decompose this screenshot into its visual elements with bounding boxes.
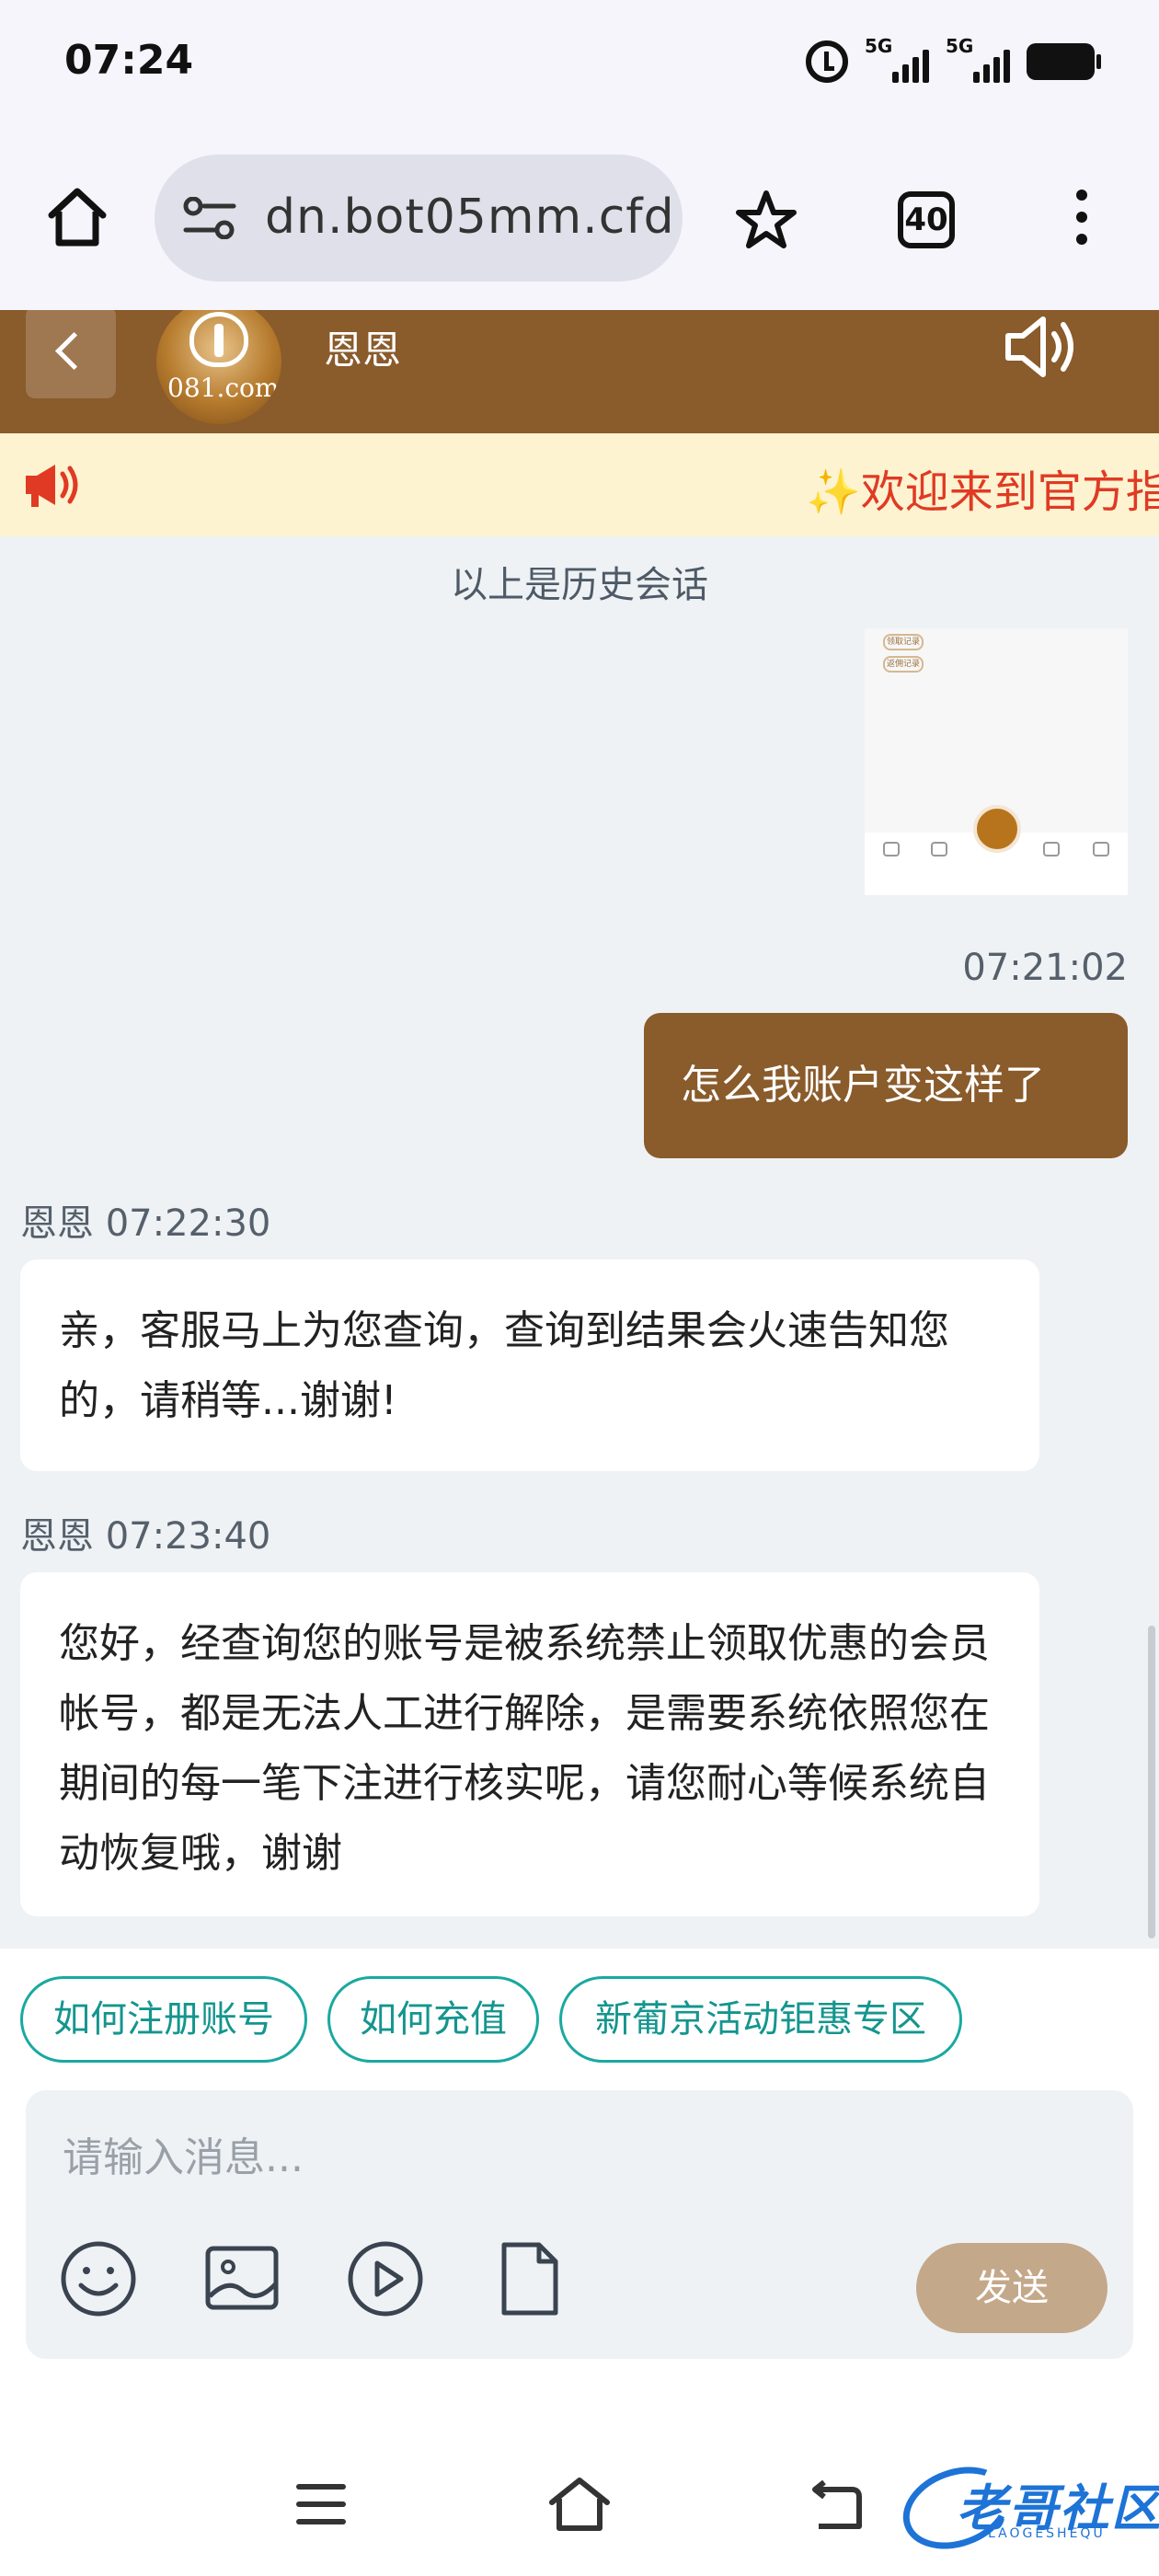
agent-message-meta: 恩恩 07:23:40 — [20, 1515, 271, 1558]
chat-messages[interactable]: 以上是历史会话 领取记录 返佣记录 07:21:02 怎么我账户变这样了 恩恩 … — [0, 536, 1159, 1949]
battery-icon — [1027, 43, 1101, 80]
page: 07:24 5G 5G dn.bot05mm.cfd 40 081.com 恩恩… — [0, 0, 1159, 2576]
file-upload-icon[interactable] — [488, 2237, 570, 2320]
agent-message-bubble: 您好，经查询您的账号是被系统禁止领取优惠的会员帐号，都是无法人工进行解除，是需要… — [20, 1572, 1039, 1916]
message-composer: 发送 — [26, 2090, 1133, 2359]
system-home-icon[interactable] — [546, 2475, 613, 2534]
browser-home-icon[interactable] — [44, 184, 110, 250]
agent-name: 恩恩 — [324, 328, 402, 373]
agent-avatar: 081.com — [156, 310, 281, 424]
quick-reply-bar: 如何注册账号 如何充值 新葡京活动钜惠专区 — [0, 1949, 1159, 2087]
message-input[interactable] — [63, 2116, 1074, 2199]
message-timestamp: 07:21:02 — [962, 947, 1128, 989]
network-type-label: 5G — [946, 35, 974, 57]
notice-bar: ✨欢迎来到官方指 — [0, 433, 1159, 536]
video-upload-icon[interactable] — [344, 2237, 427, 2320]
url-text[interactable]: dn.bot05mm.cfd — [265, 190, 675, 245]
signal-icon: 5G — [865, 35, 929, 83]
history-divider: 以上是历史会话 — [451, 564, 708, 606]
thumb-system-bar — [865, 877, 1128, 895]
address-bar[interactable]: dn.bot05mm.cfd — [155, 155, 683, 282]
system-nav-bar: 老哥社区 LAOGESHEQU — [0, 2436, 1159, 2576]
notice-text: ✨欢迎来到官方指 — [806, 466, 1159, 518]
status-time: 07:24 — [64, 37, 194, 84]
network-type-label: 5G — [865, 35, 893, 57]
quick-reply-register[interactable]: 如何注册账号 — [20, 1976, 307, 2063]
status-icons: 5G 5G — [806, 35, 1101, 83]
speaker-icon[interactable] — [1001, 310, 1082, 384]
quick-reply-promotions[interactable]: 新葡京活动钜惠专区 — [559, 1976, 962, 2063]
sent-image-thumbnail[interactable]: 领取记录 返佣记录 — [865, 628, 1128, 895]
thumb-label: 返佣记录 — [883, 656, 924, 673]
send-button[interactable]: 发送 — [916, 2243, 1107, 2333]
browser-menu-icon[interactable] — [1067, 190, 1096, 254]
avatar-logo-text: 081.com — [167, 373, 280, 403]
chat-header: 081.com 恩恩 — [0, 310, 1159, 433]
browser-chrome: 07:24 5G 5G dn.bot05mm.cfd 40 — [0, 0, 1159, 310]
quick-reply-deposit[interactable]: 如何充值 — [327, 1976, 539, 2063]
thumb-home-icon — [973, 805, 1021, 853]
user-message-bubble: 怎么我账户变这样了 — [644, 1013, 1128, 1158]
agent-message-bubble: 亲，客服马上为您查询，查询到结果会火速告知您的，请稍等...谢谢! — [20, 1259, 1039, 1471]
watermark-subtext: LAOGESHEQU — [988, 2526, 1106, 2541]
megaphone-icon — [26, 465, 78, 507]
alarm-icon — [806, 40, 848, 83]
watermark-logo: 老哥社区 LAOGESHEQU — [891, 2453, 1159, 2563]
signal-icon: 5G — [946, 35, 1010, 83]
chat-scrollbar[interactable] — [1148, 1626, 1155, 1938]
emoji-icon[interactable] — [57, 2237, 140, 2320]
image-upload-icon[interactable] — [201, 2237, 283, 2320]
tab-count-button[interactable]: 40 — [898, 191, 955, 248]
bookmark-star-icon[interactable] — [734, 188, 798, 252]
logo-mark — [189, 312, 248, 367]
recent-apps-icon[interactable] — [296, 2484, 346, 2524]
back-button[interactable] — [26, 310, 116, 398]
system-back-icon[interactable] — [809, 2480, 865, 2532]
thumb-label: 领取记录 — [883, 634, 924, 650]
agent-message-meta: 恩恩 07:22:30 — [20, 1202, 271, 1245]
site-settings-icon[interactable] — [182, 197, 237, 239]
